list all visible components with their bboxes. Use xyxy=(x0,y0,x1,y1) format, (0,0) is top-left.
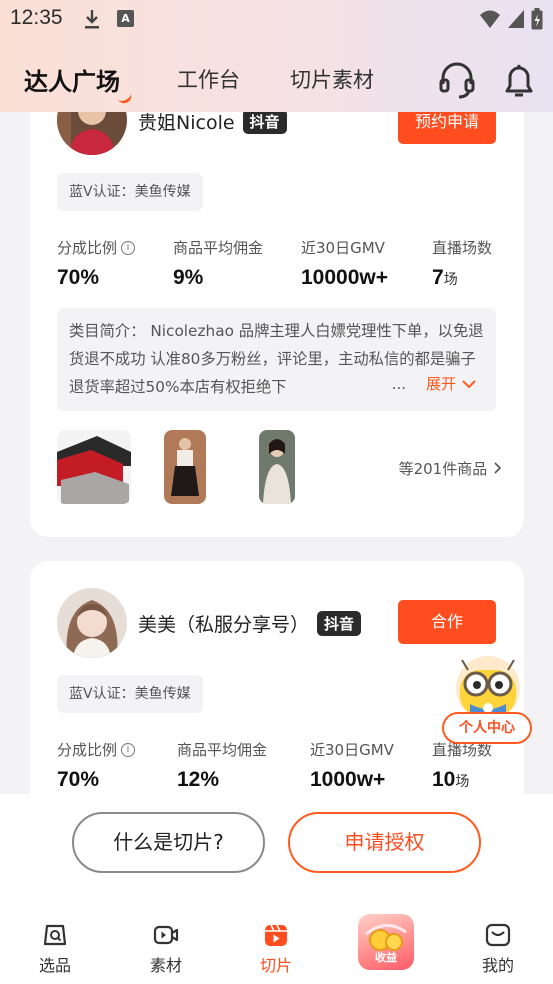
verification-badge: 蓝V认证：美鱼传媒 xyxy=(57,675,203,713)
stat-unit: 场 xyxy=(455,773,470,789)
clip-icon xyxy=(265,924,287,946)
stat-value: 70% xyxy=(57,768,100,791)
stat-value: 9% xyxy=(173,266,204,289)
stat-value: 12% xyxy=(177,768,220,791)
more-goods-link[interactable]: 等201件商品 xyxy=(399,458,502,479)
video-icon xyxy=(153,925,179,945)
chevron-right-icon xyxy=(494,462,502,474)
platform-badge: 抖音 xyxy=(317,611,362,636)
battery-icon xyxy=(531,8,543,30)
stat-gmv-30d: 近30日GMV 1000w+ xyxy=(310,739,394,792)
stat-share-ratio: 分成比例 i 70% xyxy=(57,739,136,792)
stat-unit: 场 xyxy=(443,271,458,287)
stat-share-ratio: 分成比例 i 70% xyxy=(57,237,136,290)
status-right-icons xyxy=(479,8,543,30)
tabbar-item-mine[interactable]: 我的 xyxy=(468,922,528,976)
status-time: 12:35 xyxy=(10,6,63,29)
tab-workbench[interactable]: 工作台 xyxy=(177,64,240,94)
platform-badge: 抖音 xyxy=(242,109,287,134)
stat-avg-commission: 商品平均佣金 12% xyxy=(177,739,267,792)
tabbar-label: 切片 xyxy=(259,956,292,975)
category-intro: 类目简介： Nicolezhao 品牌主理人白嫖党理性下单，以免退货退不成功 认… xyxy=(57,308,496,411)
stat-value: 70% xyxy=(57,266,100,289)
apply-authorization-button[interactable]: 申请授权 xyxy=(288,812,481,873)
intro-ellipsis: ... xyxy=(391,375,406,393)
tabbar-item-material[interactable]: 素材 xyxy=(136,922,196,976)
stat-label: 商品平均佣金 xyxy=(177,741,268,759)
stat-label-text: 分成比例 xyxy=(57,741,118,759)
tabbar-label: 选品 xyxy=(38,956,71,975)
info-icon[interactable]: i xyxy=(121,742,136,757)
tab-talent-square-label: 达人广场 xyxy=(24,68,120,96)
tab-clip-material-label: 切片素材 xyxy=(290,68,374,92)
wifi-icon xyxy=(480,10,500,28)
signal-icon xyxy=(508,10,524,28)
avatar-photo xyxy=(57,588,127,658)
notification-bell-icon[interactable] xyxy=(499,60,539,100)
stat-gmv-30d: 近30日GMV 10000w+ xyxy=(301,237,388,290)
talent-name-line: 贵姐Nicole 抖音 xyxy=(138,108,287,135)
stat-value: 7场 xyxy=(432,266,492,290)
talent-card[interactable]: 贵姐Nicole 抖音 预约申请 蓝V认证：美鱼传媒 分成比例 i 70% 商品平… xyxy=(30,60,524,537)
stat-label: 直播场数 xyxy=(432,239,493,257)
tabbar-item-select-goods[interactable]: 选品 xyxy=(25,922,85,976)
tabbar-item-clip[interactable]: 切片 xyxy=(246,922,306,976)
chevron-down-icon xyxy=(462,380,476,389)
stat-label: 商品平均佣金 xyxy=(173,239,264,257)
talent-name: 贵姐Nicole xyxy=(138,112,235,134)
expand-button[interactable]: ... 展开 xyxy=(385,370,476,398)
stat-value: 10000w+ xyxy=(301,266,388,289)
what-is-clip-button[interactable]: 什么是切片? xyxy=(72,812,265,873)
product-thumbnail[interactable] xyxy=(164,430,206,504)
bottom-tabbar: 选品 素材 切片 我的 xyxy=(0,908,553,978)
download-icon xyxy=(85,10,99,29)
tab-workbench-label: 工作台 xyxy=(177,68,240,92)
talent-name-line: 美美（私服分享号） 抖音 xyxy=(138,610,362,637)
stat-label-text: 分成比例 xyxy=(57,239,118,257)
product-thumbnail[interactable] xyxy=(57,430,131,504)
stat-avg-commission: 商品平均佣金 9% xyxy=(173,237,263,290)
tabbar-item-earnings[interactable]: 收益 xyxy=(358,914,414,970)
top-navbar: 达人广场 工作台 切片素材 xyxy=(0,56,553,108)
personal-center-float-button[interactable]: 个人中心 xyxy=(440,652,536,748)
verification-badge: 蓝V认证：美鱼传媒 xyxy=(57,173,203,211)
tabbar-label: 我的 xyxy=(481,956,514,975)
expand-label: 展开 xyxy=(425,375,456,393)
shopping-bag-search-icon xyxy=(43,924,67,946)
tabbar-label: 素材 xyxy=(149,956,182,975)
tabbar-earnings-label: 收益 xyxy=(375,951,397,964)
tab-talent-square[interactable]: 达人广场 xyxy=(24,62,134,106)
stat-label: 近30日GMV xyxy=(310,741,394,759)
tab-clip-material[interactable]: 切片素材 xyxy=(290,64,374,94)
stat-number: 7 xyxy=(432,266,444,289)
personal-center-label: 个人中心 xyxy=(442,712,532,744)
stat-label: 分成比例 i xyxy=(57,237,136,258)
status-bar: 12:35 A xyxy=(0,0,553,38)
product-thumbnails: 等201件商品 xyxy=(57,430,502,504)
stat-value: 1000w+ xyxy=(310,768,386,791)
customer-service-icon[interactable] xyxy=(437,60,477,100)
avatar xyxy=(57,588,127,658)
stat-label: 近30日GMV xyxy=(301,239,385,257)
product-thumbnail[interactable] xyxy=(259,430,295,504)
talent-name: 美美（私服分享号） xyxy=(138,614,310,636)
stat-label: 分成比例 i xyxy=(57,739,136,760)
more-goods-label: 等201件商品 xyxy=(398,460,488,478)
stat-live-sessions: 直播场数 7场 xyxy=(432,237,492,290)
info-icon[interactable]: i xyxy=(121,240,136,255)
mailbox-icon xyxy=(485,923,511,947)
bottom-action-panel: 什么是切片? 申请授权 选品 素材 切片 我的 收益 xyxy=(0,794,553,984)
stat-value: 10场 xyxy=(432,768,492,792)
a-app-icon: A xyxy=(117,10,134,27)
stat-number: 10 xyxy=(432,768,456,791)
cooperate-button[interactable]: 合作 xyxy=(398,600,496,644)
